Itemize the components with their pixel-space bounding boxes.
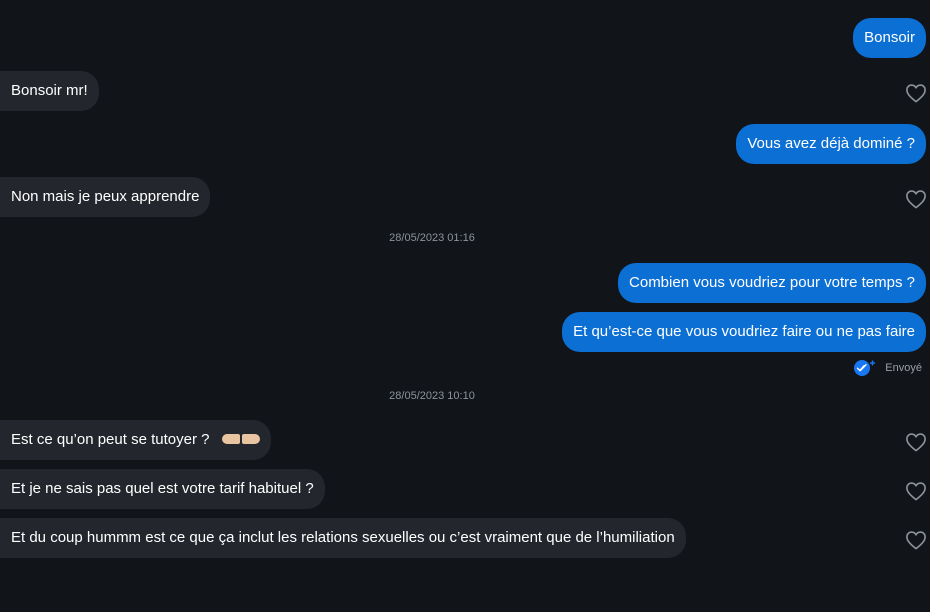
message-text: Et du coup hummm est ce que ça inclut le… <box>11 529 675 546</box>
message-text: Combien vous voudriez pour votre temps ? <box>629 274 915 291</box>
pointing-hands-emoji <box>220 420 260 460</box>
message-incoming[interactable]: Et je ne sais pas quel est votre tarif h… <box>0 469 325 509</box>
heart-icon[interactable] <box>905 432 927 452</box>
double-check-icon <box>854 360 876 376</box>
message-outgoing[interactable]: Combien vous voudriez pour votre temps ? <box>618 263 926 303</box>
message-text: Non mais je peux apprendre <box>11 188 200 205</box>
message-outgoing[interactable]: Et qu’est-ce que vous voudriez faire ou … <box>562 312 926 352</box>
message-incoming[interactable]: Est ce qu’on peut se tutoyer ? <box>0 420 271 460</box>
conversation-thread: Bonsoir Bonsoir mr! Vous avez déjà domin… <box>0 0 930 612</box>
heart-icon[interactable] <box>905 481 927 501</box>
message-text: Bonsoir <box>864 29 915 46</box>
message-outgoing[interactable]: Vous avez déjà dominé ? <box>736 124 926 164</box>
message-incoming[interactable]: Non mais je peux apprendre <box>0 177 211 217</box>
message-text: Et je ne sais pas quel est votre tarif h… <box>11 480 314 497</box>
heart-icon[interactable] <box>905 83 927 103</box>
message-outgoing[interactable]: Bonsoir <box>853 18 926 58</box>
status-label: Envoyé <box>885 362 922 374</box>
timestamp: 28/05/2023 01:16 <box>389 232 475 244</box>
message-text: Est ce qu’on peut se tutoyer ? <box>11 431 210 448</box>
message-text: Et qu’est-ce que vous voudriez faire ou … <box>573 323 915 340</box>
message-text: Vous avez déjà dominé ? <box>747 135 915 152</box>
message-text: Bonsoir mr! <box>11 82 88 99</box>
message-incoming[interactable]: Et du coup hummm est ce que ça inclut le… <box>0 518 686 558</box>
delivery-status: Envoyé <box>853 359 922 377</box>
message-incoming[interactable]: Bonsoir mr! <box>0 71 99 111</box>
heart-icon[interactable] <box>905 189 927 209</box>
heart-icon[interactable] <box>905 530 927 550</box>
timestamp: 28/05/2023 10:10 <box>389 390 475 402</box>
